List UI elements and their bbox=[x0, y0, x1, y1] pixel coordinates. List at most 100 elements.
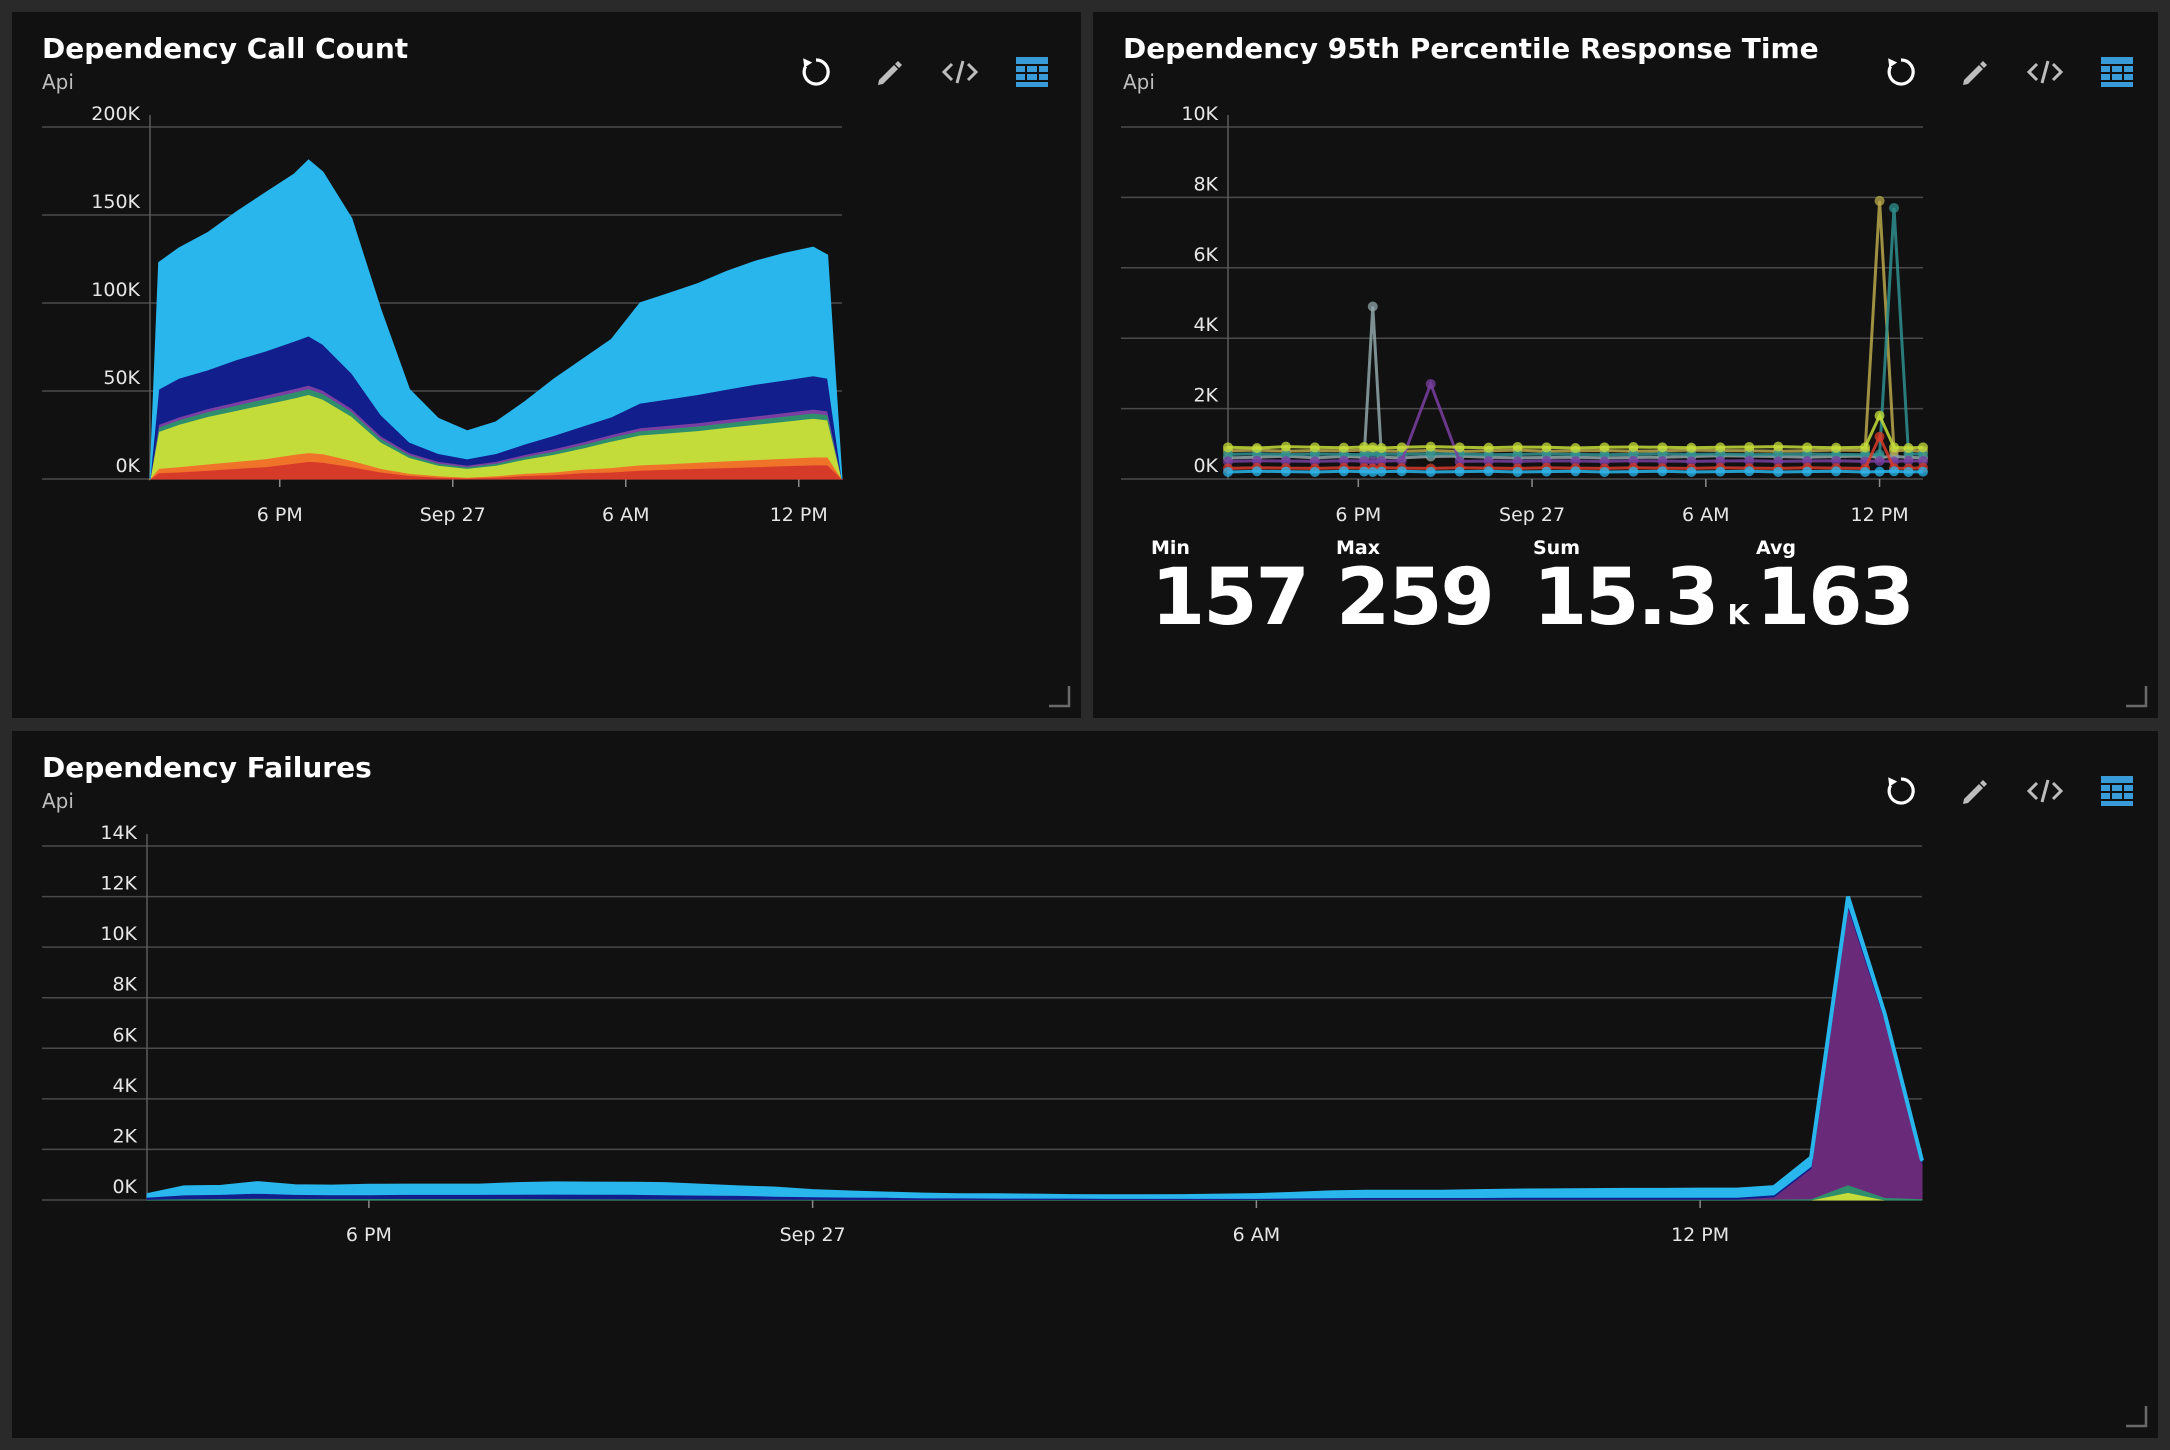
y-tick-label: 0K bbox=[1193, 455, 1218, 477]
y-tick-label: 100K bbox=[91, 279, 140, 301]
x-tick-label: 6 AM bbox=[1233, 1224, 1281, 1246]
data-point bbox=[1599, 442, 1610, 453]
data-point bbox=[1367, 466, 1378, 477]
y-tick-label: 2K bbox=[1193, 385, 1218, 407]
data-point bbox=[1773, 466, 1784, 477]
data-point bbox=[1686, 442, 1697, 453]
y-tick-label: 6K bbox=[1193, 244, 1218, 266]
data-point bbox=[1744, 441, 1755, 452]
data-point bbox=[1223, 442, 1233, 453]
data-point bbox=[1454, 466, 1465, 477]
resize-handle[interactable] bbox=[1047, 684, 1071, 708]
tile-dependency-call-count: Dependency Call Count Api 0K 50K 100K 15… bbox=[12, 12, 1081, 718]
data-point bbox=[1483, 442, 1494, 453]
stat-sum: Sum 15.3 K bbox=[1533, 537, 1749, 637]
resize-handle[interactable] bbox=[2124, 1404, 2148, 1428]
x-tick-label: 12 PM bbox=[1851, 504, 1909, 526]
area-total-outline bbox=[146, 896, 1924, 1199]
data-point bbox=[1889, 466, 1900, 477]
data-point bbox=[1918, 442, 1928, 453]
call-count-chart: 0K 50K 100K 150K 200K 6 PM Sep 27 6 AM 12 PM bbox=[42, 103, 844, 526]
data-point bbox=[1541, 442, 1552, 453]
data-point bbox=[1454, 442, 1465, 453]
data-point bbox=[1831, 442, 1842, 453]
y-tick-label: 0K bbox=[112, 1176, 137, 1198]
data-point bbox=[1874, 195, 1885, 206]
data-point bbox=[1483, 466, 1494, 477]
data-point bbox=[1280, 441, 1291, 452]
data-point bbox=[1874, 466, 1885, 477]
y-tick-label: 4K bbox=[1193, 314, 1218, 336]
stat-number: 15.3 bbox=[1533, 553, 1719, 643]
data-point bbox=[1251, 466, 1262, 477]
stat-value: 157 bbox=[1151, 553, 1310, 643]
data-point bbox=[1570, 443, 1581, 454]
x-tick-label: 6 AM bbox=[602, 504, 650, 526]
area-series bbox=[146, 906, 1923, 1200]
data-point bbox=[1512, 441, 1523, 452]
data-point bbox=[1599, 466, 1610, 477]
data-point bbox=[1773, 441, 1784, 452]
x-tick-label: 6 AM bbox=[1682, 504, 1730, 526]
data-point bbox=[1744, 466, 1755, 477]
data-point bbox=[1802, 442, 1813, 453]
data-point bbox=[1512, 466, 1523, 477]
data-point bbox=[1425, 441, 1436, 452]
line-series bbox=[1227, 207, 1924, 457]
data-point bbox=[1889, 202, 1900, 213]
data-point bbox=[1903, 466, 1914, 477]
data-point bbox=[1715, 442, 1726, 453]
y-tick-label: 50K bbox=[103, 367, 140, 389]
data-point bbox=[1376, 466, 1387, 477]
y-tick-label: 200K bbox=[91, 103, 140, 125]
data-point bbox=[1831, 466, 1842, 477]
y-tick-label: 0K bbox=[115, 455, 140, 477]
tile-dependency-failures: Dependency Failures Api 0K 2K 4K 6K 8K 1… bbox=[12, 731, 2158, 1438]
data-point bbox=[1359, 466, 1370, 477]
data-point bbox=[1860, 442, 1871, 453]
y-tick-label: 6K bbox=[112, 1024, 137, 1046]
resize-handle[interactable] bbox=[2124, 684, 2148, 708]
data-point bbox=[1657, 466, 1668, 477]
stat-value: 163 bbox=[1756, 553, 1915, 643]
data-point bbox=[1338, 466, 1349, 477]
data-point bbox=[1425, 378, 1436, 389]
data-point bbox=[1396, 466, 1407, 477]
data-point bbox=[1715, 466, 1726, 477]
data-point bbox=[1889, 442, 1900, 453]
data-point bbox=[1367, 301, 1378, 312]
area-series bbox=[146, 896, 1923, 1199]
data-point bbox=[1874, 456, 1885, 467]
stat-value: 15.3 K bbox=[1533, 553, 1749, 643]
x-tick-label: Sep 27 bbox=[1499, 504, 1565, 526]
data-point bbox=[1657, 442, 1668, 453]
data-point bbox=[1367, 442, 1378, 453]
y-tick-label: 2K bbox=[112, 1125, 137, 1147]
data-point bbox=[1338, 442, 1349, 453]
stat-avg: Avg 163 bbox=[1756, 537, 1915, 637]
data-point bbox=[1802, 466, 1813, 477]
data-point bbox=[1425, 466, 1436, 477]
data-point bbox=[1628, 441, 1639, 452]
data-point bbox=[1309, 442, 1320, 453]
data-point bbox=[1686, 466, 1697, 477]
failures-chart: 0K 2K 4K 6K 8K 10K 12K 14K 6 PM Sep 27 6 AM 12 PM bbox=[42, 822, 1924, 1246]
y-tick-label: 8K bbox=[112, 974, 137, 996]
x-tick-label: Sep 27 bbox=[420, 504, 486, 526]
data-point bbox=[1309, 466, 1320, 477]
y-tick-label: 150K bbox=[91, 191, 140, 213]
summary-stats: Min 157 Max 259 Sum 15.3 K Avg 163 bbox=[1151, 537, 2131, 657]
y-tick-label: 4K bbox=[112, 1075, 137, 1097]
data-point bbox=[1860, 466, 1871, 477]
data-point bbox=[1396, 442, 1407, 453]
stat-min: Min 157 bbox=[1151, 537, 1310, 637]
y-tick-label: 8K bbox=[1193, 173, 1218, 195]
data-point bbox=[1570, 466, 1581, 477]
stat-value: 259 bbox=[1336, 553, 1495, 643]
data-point bbox=[1874, 431, 1885, 442]
stat-unit: K bbox=[1727, 598, 1749, 631]
line-series bbox=[1227, 306, 1924, 460]
x-tick-label: 12 PM bbox=[770, 504, 828, 526]
data-point bbox=[1628, 466, 1639, 477]
data-point bbox=[1918, 466, 1928, 477]
